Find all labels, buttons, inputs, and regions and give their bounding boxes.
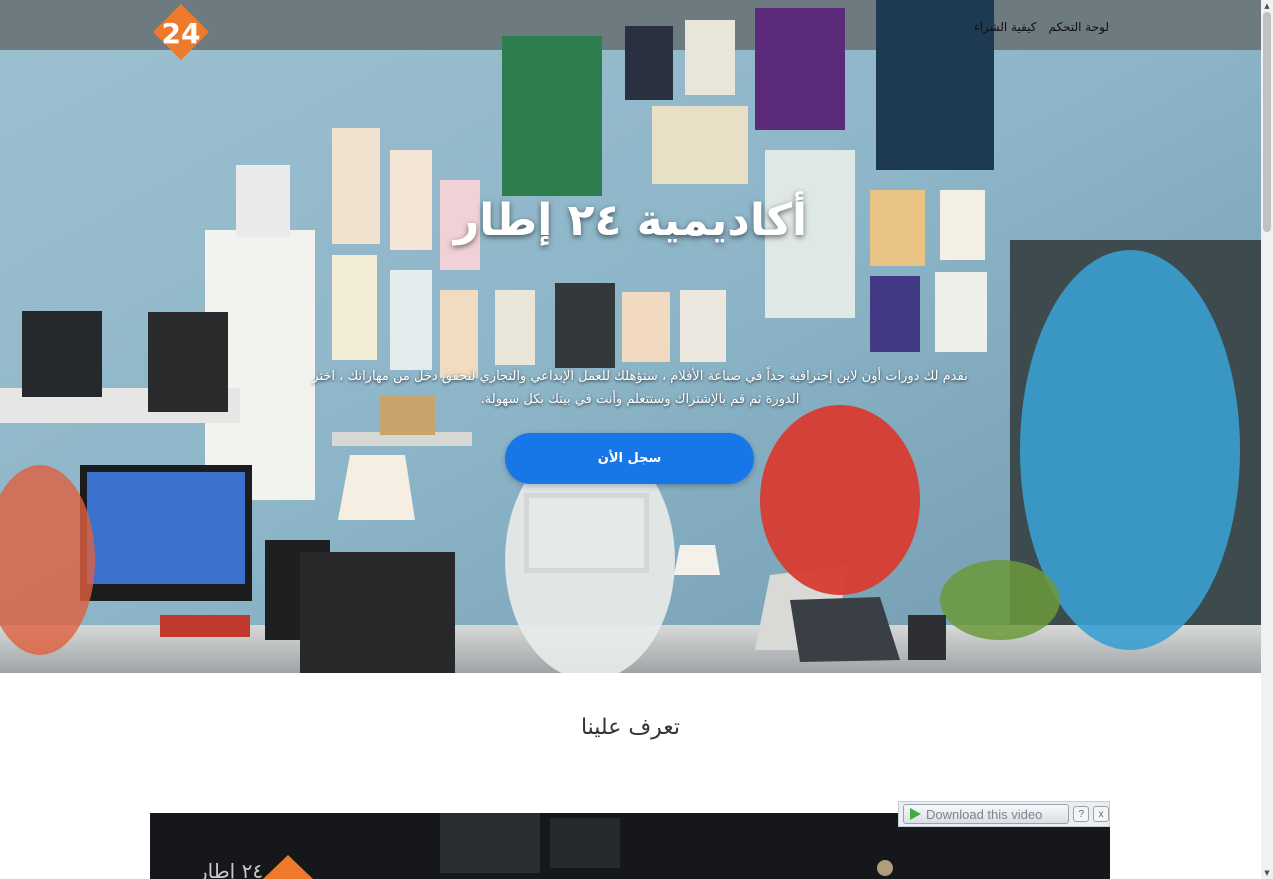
download-video-bar: Download this video ? x: [898, 801, 1110, 827]
download-video-label: Download this video: [926, 806, 1043, 822]
about-section-title: تعرف علينا: [580, 715, 681, 740]
logo-icon: 24: [153, 4, 209, 60]
video-brand-text: ٢٤ إطار: [198, 859, 264, 879]
hero-title: أكاديمية ٢٤ إطار: [453, 195, 808, 246]
hero-section: 24 لوحة التحكم كيفية الشراء أكاديمية ٢٤ …: [0, 0, 1261, 673]
top-navigation: لوحة التحكم كيفية الشراء: [974, 20, 1109, 34]
logo-digits: 24: [162, 17, 201, 50]
play-icon: [910, 808, 921, 820]
scroll-thumb[interactable]: [1263, 12, 1271, 232]
scroll-up-arrow-icon[interactable]: ▲: [1261, 0, 1273, 12]
register-now-button[interactable]: سجل الأن: [505, 433, 754, 484]
scroll-down-arrow-icon[interactable]: ▼: [1261, 867, 1273, 879]
hero-background-image: [0, 0, 1261, 673]
download-help-button[interactable]: ?: [1073, 806, 1090, 822]
download-close-button[interactable]: x: [1093, 806, 1109, 822]
nav-item-how-to-buy[interactable]: كيفية الشراء: [974, 20, 1037, 34]
site-logo[interactable]: 24: [151, 2, 211, 62]
hero-description: نقدم لك دورات أون لاين إحترافية جداً في …: [312, 369, 968, 407]
page-scrollbar[interactable]: ▲ ▼: [1261, 0, 1273, 879]
download-video-button[interactable]: Download this video: [903, 804, 1070, 824]
nav-item-dashboard[interactable]: لوحة التحكم: [1049, 20, 1110, 34]
